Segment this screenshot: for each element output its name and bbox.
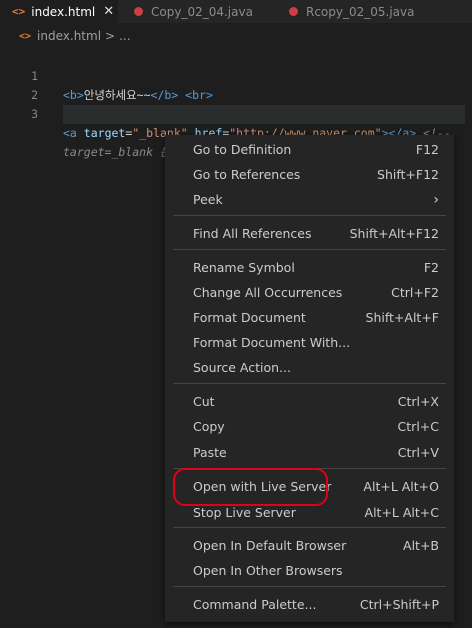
menu-item-shortcut: Alt+L Alt+C xyxy=(364,505,439,520)
menu-item-paste[interactable]: Paste Ctrl+V xyxy=(165,440,454,465)
menu-item-shortcut: Shift+F12 xyxy=(377,167,439,182)
breadcrumb-file[interactable]: index.html xyxy=(37,29,101,43)
menu-item-open-with-live-server[interactable]: Open with Live Server Alt+L Alt+O xyxy=(165,474,454,499)
menu-item-rename-symbol[interactable]: Rename Symbol F2 xyxy=(165,255,454,280)
tab-copy-02-04-java[interactable]: Copy_02_04.java xyxy=(134,0,284,23)
menu-item-go-to-definition[interactable]: Go to Definition F12 xyxy=(165,137,454,162)
menu-item-label: Go to References xyxy=(193,167,301,182)
menu-item-label: Open with Live Server xyxy=(193,479,332,494)
menu-item-shortcut: F2 xyxy=(423,260,439,275)
tab-rcopy-02-05-java[interactable]: Rcopy_02_05.java xyxy=(289,0,472,23)
menu-item-shortcut: Ctrl+F2 xyxy=(391,285,439,300)
tag-token: <a xyxy=(63,126,77,140)
code-editor[interactable]: 1 <b>안녕하세요~~</b> <br> 2 hello 3 <a targe… xyxy=(0,48,472,159)
tab-label: Copy_02_04.java xyxy=(151,4,253,19)
code-line: 3 <a target="_blank" href="http://www.na… xyxy=(0,86,472,140)
menu-item-label: Rename Symbol xyxy=(193,260,295,275)
menu-item-label: Command Palette... xyxy=(193,597,317,612)
code-line-wrapped: target=_blank 는 새로운 브라우저 창을 뜨게 한다. --> xyxy=(0,105,472,159)
menu-item-shortcut: Alt+L Alt+O xyxy=(363,479,439,494)
menu-item-command-palette[interactable]: Command Palette... Ctrl+Shift+P xyxy=(165,592,454,617)
menu-item-cut[interactable]: Cut Ctrl+X xyxy=(165,389,454,414)
menu-item-go-to-references[interactable]: Go to References Shift+F12 xyxy=(165,162,454,187)
editor-tab-bar: <> index.html ✕ Copy_02_04.java Rcopy_02… xyxy=(0,0,472,23)
menu-item-shortcut: Ctrl+X xyxy=(397,394,439,409)
breadcrumb-separator: > xyxy=(105,29,116,43)
menu-item-shortcut: Ctrl+Shift+P xyxy=(359,597,439,612)
menu-separator xyxy=(173,468,446,469)
java-file-icon xyxy=(289,7,298,16)
menu-item-label: Go to Definition xyxy=(193,142,292,157)
menu-separator xyxy=(173,527,446,528)
menu-item-find-all-references[interactable]: Find All References Shift+Alt+F12 xyxy=(165,221,454,246)
menu-item-label: Cut xyxy=(193,394,215,409)
editor-context-menu: Go to Definition F12 Go to References Sh… xyxy=(165,135,454,622)
menu-item-shortcut: Alt+B xyxy=(403,538,439,553)
html-file-icon: <> xyxy=(19,30,32,42)
menu-item-copy[interactable]: Copy Ctrl+C xyxy=(165,414,454,439)
menu-item-label: Copy xyxy=(193,419,225,434)
tab-label: Rcopy_02_05.java xyxy=(306,4,415,19)
menu-separator xyxy=(173,586,446,587)
menu-separator xyxy=(173,249,446,250)
menu-item-label: Open In Other Browsers xyxy=(193,563,343,578)
menu-item-label: Change All Occurrences xyxy=(193,285,343,300)
html-file-icon: <> xyxy=(12,5,26,18)
tab-index-html[interactable]: <> index.html ✕ xyxy=(0,0,118,23)
breadcrumb: <> index.html > ... xyxy=(0,27,472,45)
code-line: 2 hello xyxy=(0,67,472,121)
java-file-icon xyxy=(134,7,143,16)
attr-token: target xyxy=(83,126,126,140)
menu-item-label: Format Document xyxy=(193,310,306,325)
menu-item-format-document[interactable]: Format Document Shift+Alt+F xyxy=(165,305,454,330)
menu-item-shortcut: F12 xyxy=(415,142,439,157)
menu-item-open-in-other-browsers[interactable]: Open In Other Browsers xyxy=(165,558,454,583)
breadcrumb-more[interactable]: ... xyxy=(119,29,130,43)
menu-separator xyxy=(173,383,446,384)
menu-item-format-document-with[interactable]: Format Document With... xyxy=(165,330,454,355)
close-icon[interactable]: ✕ xyxy=(103,4,114,19)
menu-item-open-in-default-browser[interactable]: Open In Default Browser Alt+B xyxy=(165,533,454,558)
menu-item-label: Find All References xyxy=(193,226,312,241)
menu-item-label: Peek xyxy=(193,192,223,207)
menu-item-change-all-occurrences[interactable]: Change All Occurrences Ctrl+F2 xyxy=(165,280,454,305)
tab-label: index.html xyxy=(31,4,96,19)
menu-item-label: Paste xyxy=(193,445,227,460)
menu-item-label: Open In Default Browser xyxy=(193,538,347,553)
menu-item-source-action[interactable]: Source Action... xyxy=(165,355,454,380)
menu-item-label: Format Document With... xyxy=(193,335,351,350)
menu-item-label: Stop Live Server xyxy=(193,505,296,520)
menu-item-shortcut: Shift+Alt+F12 xyxy=(349,226,439,241)
code-line: 1 <b>안녕하세요~~</b> <br> xyxy=(0,48,472,102)
menu-item-shortcut: Ctrl+C xyxy=(397,419,439,434)
menu-item-peek[interactable]: Peek › xyxy=(165,187,454,212)
menu-item-label: Source Action... xyxy=(193,360,291,375)
menu-separator xyxy=(173,215,446,216)
menu-item-shortcut: Shift+Alt+F xyxy=(365,310,439,325)
current-line-highlight xyxy=(63,105,465,124)
menu-item-stop-live-server[interactable]: Stop Live Server Alt+L Alt+C xyxy=(165,500,454,525)
menu-item-shortcut: Ctrl+V xyxy=(397,445,439,460)
chevron-right-icon: › xyxy=(433,191,439,208)
